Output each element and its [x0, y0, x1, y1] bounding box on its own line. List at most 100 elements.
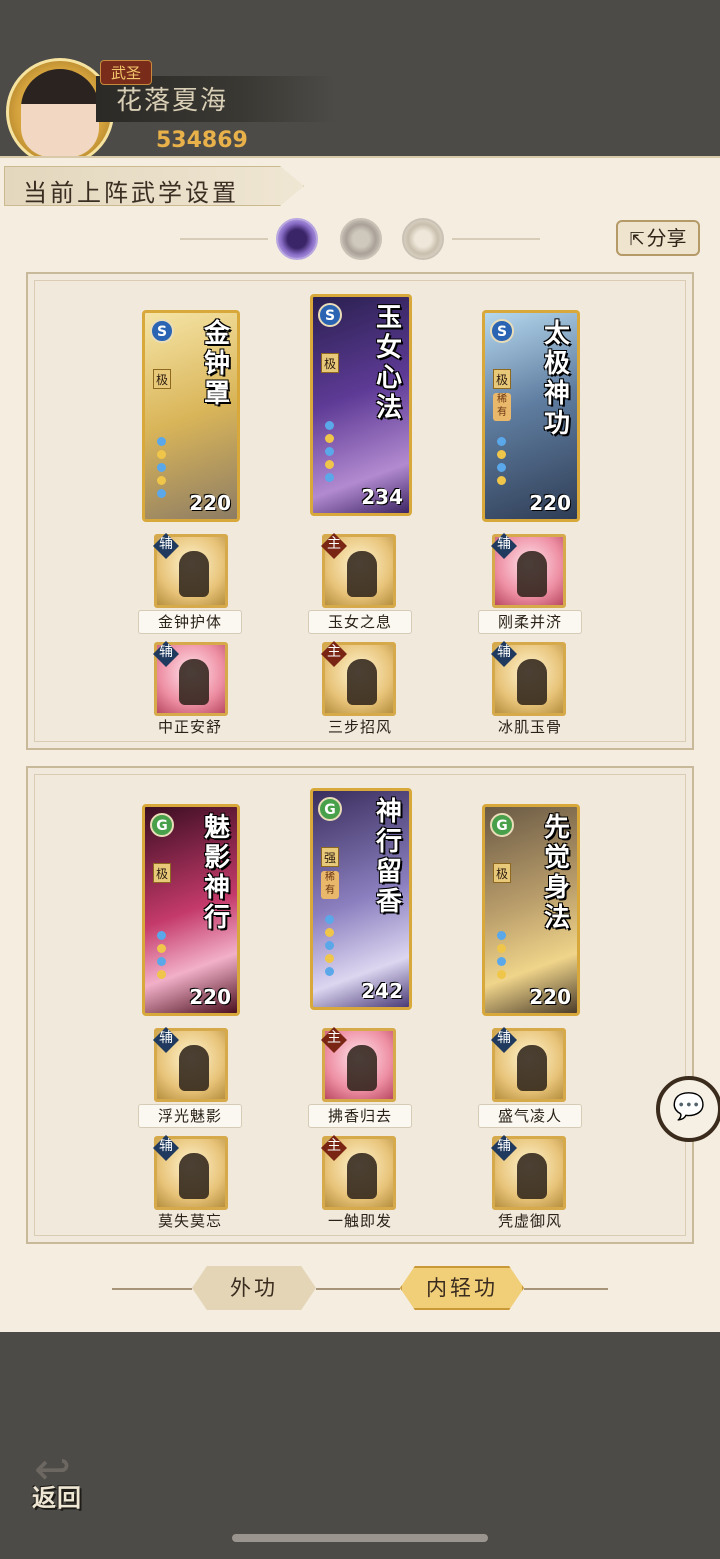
- type-s-icon: S: [490, 319, 514, 343]
- sub-tag: 辅: [153, 1135, 179, 1161]
- skill-icon[interactable]: 主: [321, 1135, 396, 1210]
- share-button[interactable]: ⇱ 分享: [616, 220, 700, 256]
- tier-badge: 极: [321, 353, 339, 373]
- skill-icon[interactable]: 主: [321, 533, 396, 608]
- panel-title: 当前上阵武学设置: [23, 179, 239, 207]
- card-value: 220: [189, 491, 231, 515]
- card-name: 金钟罩: [203, 319, 230, 409]
- skill-icon[interactable]: 主: [321, 641, 396, 716]
- divider: [452, 238, 540, 240]
- player-header: 武圣 花落夏海 534869: [0, 0, 720, 166]
- card-name: 神行留香: [375, 797, 402, 917]
- main-tag: 主: [321, 533, 347, 559]
- divider: [524, 1288, 608, 1290]
- panel-title-banner: 当前上阵武学设置: [4, 166, 304, 206]
- skill-icon[interactable]: 辅: [153, 641, 228, 716]
- skill-figure-icon: [517, 551, 547, 597]
- stat-dots: [157, 927, 197, 983]
- martial-card[interactable]: S 极 金钟罩 220: [142, 310, 240, 522]
- sub-tag: 辅: [491, 533, 517, 559]
- martial-card[interactable]: S 极 稀有 太极神功 220: [482, 310, 580, 522]
- skill-figure-icon: [347, 1045, 377, 1091]
- card-name: 太极神功: [543, 319, 570, 439]
- tier-badge: 强: [321, 847, 339, 867]
- moon-mode-icon[interactable]: [276, 218, 318, 260]
- chat-button[interactable]: 💬: [656, 1076, 720, 1142]
- tier-badge: 极: [153, 369, 171, 389]
- loadout-section-2: G 极 魅影神行 220 G 强 稀有 神行留香 242 G 极 先觉身法 22…: [26, 766, 694, 1244]
- tab-inner-skill[interactable]: 内轻功: [400, 1266, 524, 1310]
- player-name: 花落夏海: [116, 86, 229, 116]
- type-s-icon: S: [318, 303, 342, 327]
- tier-badge: 极: [493, 369, 511, 389]
- divider: [180, 238, 268, 240]
- stat-dots: [497, 433, 537, 489]
- card-name: 先觉身法: [543, 813, 570, 933]
- home-indicator[interactable]: [232, 1534, 488, 1542]
- skill-figure-icon: [347, 1153, 377, 1199]
- martial-card[interactable]: G 极 魅影神行 220: [142, 804, 240, 1016]
- martial-card[interactable]: G 强 稀有 神行留香 242: [310, 788, 412, 1010]
- crescent-mode-icon[interactable]: [402, 218, 444, 260]
- skill-label: 冰肌玉骨: [497, 718, 562, 736]
- stat-dots: [497, 927, 537, 983]
- sub-tag: 辅: [491, 641, 517, 667]
- tab-outer-skill[interactable]: 外功: [192, 1266, 316, 1310]
- stat-dots: [325, 911, 365, 980]
- skill-icon[interactable]: 辅: [153, 1027, 228, 1102]
- skill-label: 莫失莫忘: [157, 1212, 222, 1230]
- sub-tag: 辅: [491, 1027, 517, 1053]
- sun-mode-icon[interactable]: [340, 218, 382, 260]
- tier-badge: 极: [493, 863, 511, 883]
- skill-figure-icon: [517, 659, 547, 705]
- rare-badge: 稀有: [493, 393, 511, 421]
- skill-icon[interactable]: 辅: [153, 1135, 228, 1210]
- main-tag: 主: [321, 1027, 347, 1053]
- chat-bubble-icon: 💬: [672, 1092, 706, 1122]
- skill-label: 中正安舒: [157, 718, 222, 736]
- skill-icon[interactable]: 辅: [491, 641, 566, 716]
- skill-icon[interactable]: 辅: [491, 533, 566, 608]
- skill-icon[interactable]: 辅: [153, 533, 228, 608]
- skill-icon[interactable]: 辅: [491, 1135, 566, 1210]
- skill-icon[interactable]: 辅: [491, 1027, 566, 1102]
- sub-tag: 辅: [491, 1135, 517, 1161]
- type-g-icon: G: [318, 797, 342, 821]
- skill-figure-icon: [179, 1045, 209, 1091]
- card-value: 242: [361, 979, 403, 1003]
- mode-selector: [0, 218, 720, 260]
- card-value: 220: [189, 985, 231, 1009]
- skill-label: 玉女之息: [308, 610, 412, 634]
- loadout-section-1: S 极 金钟罩 220 S 极 玉女心法 234 S 极 稀有 太极神功 220…: [26, 272, 694, 750]
- type-g-icon: G: [150, 813, 174, 837]
- skill-label: 凭虚御风: [497, 1212, 562, 1230]
- card-value: 220: [529, 985, 571, 1009]
- skill-figure-icon: [517, 1045, 547, 1091]
- martial-card[interactable]: G 极 先觉身法 220: [482, 804, 580, 1016]
- stat-dots: [325, 417, 365, 486]
- share-icon: ⇱: [629, 229, 645, 250]
- skill-label: 三步招风: [327, 718, 392, 736]
- sub-tag: 辅: [153, 533, 179, 559]
- skill-label: 金钟护体: [138, 610, 242, 634]
- type-g-icon: G: [490, 813, 514, 837]
- martial-arts-panel: 当前上阵武学设置 ⇱ 分享 S 极 金钟罩 220 S 极 玉女心法 234 S …: [0, 156, 720, 1332]
- skill-figure-icon: [347, 659, 377, 705]
- avatar-portrait: [21, 69, 99, 157]
- skill-icon[interactable]: 主: [321, 1027, 396, 1102]
- skill-label: 刚柔并济: [478, 610, 582, 634]
- divider: [316, 1288, 400, 1290]
- skill-figure-icon: [179, 659, 209, 705]
- back-button[interactable]: ↩ 返回: [26, 1444, 102, 1516]
- card-name: 魅影神行: [203, 813, 230, 933]
- skill-figure-icon: [517, 1153, 547, 1199]
- rare-badge: 稀有: [321, 871, 339, 899]
- back-label: 返回: [32, 1483, 82, 1512]
- skill-label: 浮光魅影: [138, 1104, 242, 1128]
- skill-label: 盛气凌人: [478, 1104, 582, 1128]
- sub-tag: 辅: [153, 1027, 179, 1053]
- martial-card[interactable]: S 极 玉女心法 234: [310, 294, 412, 516]
- skill-figure-icon: [347, 551, 377, 597]
- divider: [112, 1288, 192, 1290]
- category-tab-bar: 外功 内轻功: [0, 1264, 720, 1314]
